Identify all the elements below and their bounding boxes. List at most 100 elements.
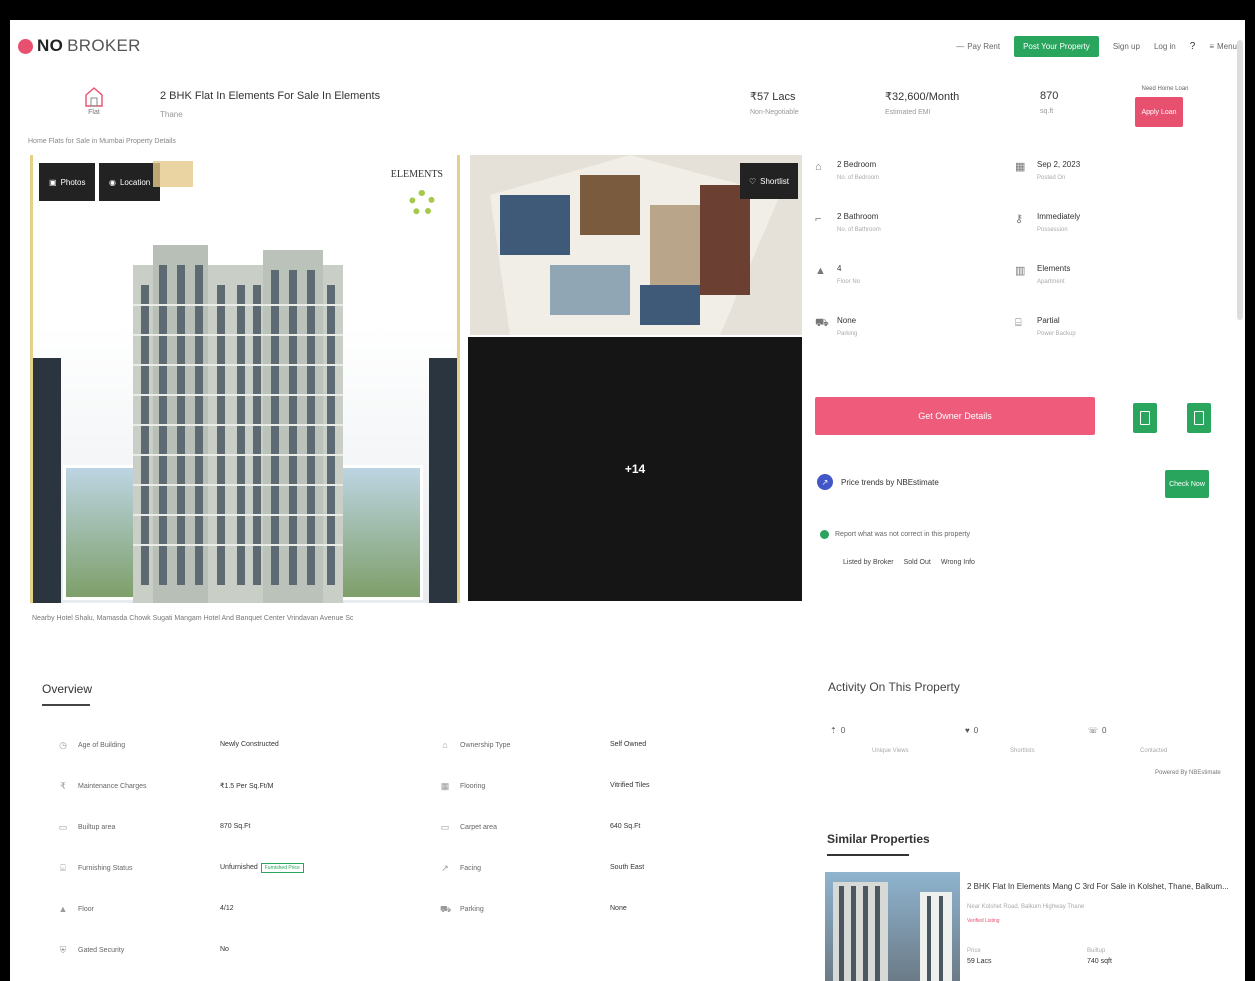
calendar-icon: ▦	[1015, 161, 1026, 173]
overview-label: Facing	[460, 864, 482, 872]
detail-text: Immediately Possession	[1037, 212, 1080, 233]
report-question-label: Report what was not correct in this prop…	[835, 531, 971, 538]
shortlist-label: Shortlist	[760, 176, 790, 186]
calculator-icon	[1140, 411, 1150, 425]
detail-text: Elements Apartment	[1037, 264, 1070, 285]
shortlist-icon: ♥	[965, 726, 970, 735]
views-count: 0	[840, 726, 846, 735]
bed-icon: ⌂	[815, 161, 822, 173]
detail-floor: ▲ 4 Floor No	[815, 264, 860, 285]
detail-value: Immediately	[1037, 212, 1081, 221]
nobroker-logo[interactable]: NO BROKER	[18, 36, 141, 56]
similar-property-title[interactable]: 2 BHK Flat In Elements Mang C 3rd For Sa…	[967, 882, 1229, 891]
chat-icon	[1194, 411, 1204, 425]
overview-value: 870 Sq.Ft	[220, 823, 250, 830]
gate-icon: ⛨	[59, 945, 67, 955]
detail-text: 2 Bedroom No. of Bedroom	[837, 160, 879, 181]
price-trend-label: Price trends by NBEstimate	[841, 477, 939, 487]
ownership-icon: ⌂	[442, 740, 448, 750]
overview-row-carpet: ▭ Carpet area	[440, 822, 497, 832]
detail-key: ⚷ Immediately Possession	[1015, 212, 1080, 233]
nav-actions: — Pay Rent Post Your Property Sign up Log…	[956, 35, 1237, 57]
menu-label: Menu	[1216, 41, 1237, 51]
shortlist-button[interactable]: ♡ Shortlist	[740, 163, 798, 199]
shortlist-count: 0	[973, 726, 979, 735]
bath-icon: ⌐	[815, 213, 822, 225]
similar-area-label: Builtup	[1087, 948, 1106, 954]
report-option-broker[interactable]: Listed by Broker	[843, 559, 894, 566]
help-icon[interactable]: ?	[1190, 41, 1196, 52]
get-owner-details-button[interactable]: Get Owner Details	[815, 397, 1095, 435]
overview-label: Age of Building	[78, 741, 126, 749]
page: NO BROKER — Pay Rent Post Your Property Si…	[10, 20, 1245, 981]
photos-button[interactable]: ▣ Photos	[39, 163, 96, 201]
top-navbar: NO BROKER — Pay Rent Post Your Property Si…	[10, 20, 1245, 72]
page-scrollbar[interactable]	[1237, 40, 1243, 320]
more-photos-tile[interactable]: +14	[468, 337, 802, 601]
views-icon: ⇡	[830, 726, 837, 735]
pay-rent-link[interactable]: — Pay Rent	[956, 42, 1000, 51]
overview-value-text: Newly Constructed	[220, 741, 279, 748]
facing-icon: ↗	[441, 863, 449, 873]
check-now-button[interactable]: Check Now	[1165, 470, 1209, 498]
similar-price-value: 59 Lacs	[967, 958, 992, 965]
logo-text-bold: NO	[37, 36, 64, 55]
location-button[interactable]: ◉ Location	[99, 163, 161, 201]
detail-text: Sep 2, 2023 Posted On	[1037, 160, 1080, 181]
overview-label: Gated Security	[78, 946, 125, 954]
detail-label: Possession	[1037, 227, 1068, 233]
similar-property-card[interactable]: 2 BHK Flat In Elements Mang C 3rd For Sa…	[825, 872, 1235, 981]
report-dot-icon	[820, 530, 829, 539]
overview-row-maintenance: ₹ Maintenance Charges	[58, 781, 147, 791]
detail-value: None	[837, 316, 857, 325]
price-stat: ₹57 Lacs Non-Negotiable	[750, 90, 799, 116]
detail-label: Floor No	[837, 279, 861, 285]
overview-value: 4/12	[220, 905, 234, 912]
apply-loan-button[interactable]: Apply Loan	[1135, 97, 1183, 127]
photo-dark-edge-left	[33, 358, 61, 603]
floor-plan-photo[interactable]: ♡ Shortlist	[470, 155, 802, 335]
overview-row-flooring: ▦ Flooring	[440, 781, 486, 791]
building-illustration	[133, 245, 343, 603]
detail-value: Sep 2, 2023	[1037, 160, 1081, 169]
detail-label: No. of Bathroom	[837, 227, 881, 233]
furnished-price-badge[interactable]: Furnished Price	[260, 863, 304, 873]
contact-label: Contacted	[1140, 748, 1168, 754]
overview-value: 640 Sq.Ft	[610, 823, 640, 830]
pay-rent-label: Pay Rent	[967, 41, 1001, 51]
main-property-photo[interactable]: ▣ Photos ◉ Location ELEMENTS	[30, 155, 460, 603]
overview-value-text: ₹1.5 Per Sq.Ft/M	[220, 783, 274, 790]
detail-label: Power Backup	[1037, 331, 1076, 337]
overview-value-text: No	[220, 946, 229, 953]
photos-label: Photos	[60, 177, 86, 187]
overview-row-facing: ↗ Facing	[440, 863, 481, 873]
post-property-button[interactable]: Post Your Property	[1014, 35, 1099, 57]
overview-label: Maintenance Charges	[78, 782, 147, 790]
similar-properties-title: Similar Properties	[827, 832, 930, 846]
overview-value: Unfurnished Furnished Price	[220, 863, 304, 873]
maintenance-icon: ₹	[60, 781, 66, 791]
chat-button[interactable]	[1187, 403, 1211, 433]
detail-value: Partial	[1037, 316, 1060, 325]
overview-tab[interactable]: Overview	[42, 682, 92, 696]
menu-button[interactable]: ≡ Menu	[1209, 42, 1237, 51]
flooring-icon: ▦	[440, 781, 450, 791]
detail-value: 2 Bedroom	[837, 160, 877, 169]
sign-up-link[interactable]: Sign up	[1113, 42, 1140, 51]
key-icon: ⚷	[1015, 213, 1024, 225]
home-loan-label: Need Home Loan	[1141, 86, 1189, 92]
report-option-sold[interactable]: Sold Out	[904, 559, 931, 566]
breadcrumb[interactable]: Home Flats for Sale in Mumbai Property D…	[28, 138, 176, 145]
calculator-button[interactable]	[1133, 403, 1157, 433]
detail-bath: ⌐ 2 Bathroom No. of Bathroom	[815, 212, 881, 233]
detail-text: None Parking	[837, 316, 857, 337]
similar-property-photo[interactable]	[825, 872, 960, 981]
overview-value-text: 640 Sq.Ft	[610, 823, 641, 830]
report-option-wrong[interactable]: Wrong Info	[941, 559, 975, 566]
detail-value: 2 Bathroom	[837, 212, 879, 221]
log-in-link[interactable]: Log in	[1154, 42, 1176, 51]
emi-stat: ₹32,600/Month Estimated EMI	[885, 90, 959, 116]
location-label: Location	[119, 177, 151, 187]
detail-value: Elements	[1037, 264, 1071, 273]
overview-value: South East	[610, 864, 644, 871]
